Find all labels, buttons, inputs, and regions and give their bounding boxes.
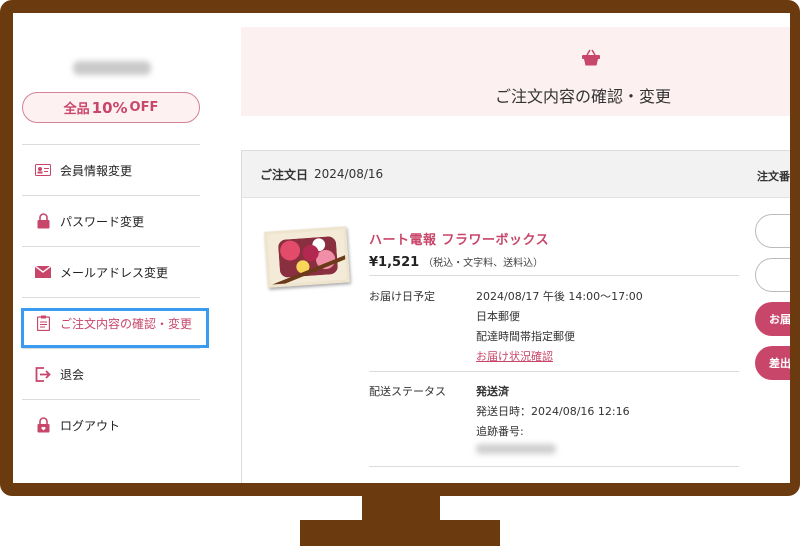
lock-icon bbox=[35, 213, 51, 229]
tracking-number-blurred bbox=[476, 444, 556, 454]
product-image bbox=[264, 226, 350, 288]
delivery-service: 配達時間帯指定郵便 bbox=[476, 330, 575, 343]
exit-icon bbox=[35, 366, 51, 382]
order-card-header: ご注文日 2024/08/16 注文番 bbox=[242, 151, 790, 198]
order-date: 2024/08/16 bbox=[314, 167, 384, 181]
monitor-screen: 全品 10% OFF 会員情報変更 パスワード変更 メールアドレス変更 ご注文内… bbox=[13, 13, 790, 483]
shipped-at: 発送日時：2024/08/16 12:16 bbox=[476, 405, 630, 418]
action-button-1[interactable] bbox=[755, 214, 790, 248]
divider bbox=[369, 371, 739, 372]
sender-action-button[interactable]: 差出 bbox=[755, 346, 790, 380]
order-card: ご注文日 2024/08/16 注文番 ハート電報 フラワーボックス ¥1,52… bbox=[241, 150, 790, 483]
order-number-label: 注文番 bbox=[757, 170, 790, 183]
monitor-stand-base bbox=[300, 520, 500, 546]
sidebar-item-order-confirm[interactable]: ご注文内容の確認・変更 bbox=[21, 297, 209, 348]
divider bbox=[369, 275, 739, 276]
delivery-date: 2024/08/17 午後 14:00～17:00 bbox=[476, 290, 643, 303]
user-name-blurred bbox=[73, 61, 151, 75]
account-menu: 会員情報変更 パスワード変更 メールアドレス変更 ご注文内容の確認・変更 退会 … bbox=[21, 144, 209, 450]
sidebar-item-email[interactable]: メールアドレス変更 bbox=[22, 246, 200, 297]
basket-icon bbox=[581, 49, 601, 70]
shipping-status: 発送済 bbox=[476, 385, 509, 398]
tracking-number-label: 追跡番号: bbox=[476, 425, 524, 438]
carrier: 日本郵便 bbox=[476, 310, 520, 323]
page-title: ご注文内容の確認・変更 bbox=[495, 87, 672, 106]
delivery-date-label: お届け日予定 bbox=[369, 290, 435, 303]
sidebar-item-password[interactable]: パスワード変更 bbox=[22, 195, 200, 246]
action-button-2[interactable] bbox=[755, 258, 790, 292]
sidebar-item-withdraw[interactable]: 退会 bbox=[22, 348, 200, 399]
sidebar-item-member-info[interactable]: 会員情報変更 bbox=[22, 144, 200, 195]
page-header-banner: ご注文内容の確認・変更 bbox=[241, 27, 790, 116]
envelope-icon bbox=[35, 264, 51, 280]
shipping-status-label: 配送ステータス bbox=[369, 385, 446, 398]
clipboard-icon bbox=[35, 315, 51, 331]
tracking-link[interactable]: お届け状況確認 bbox=[476, 348, 553, 364]
product-name[interactable]: ハート電報 フラワーボックス bbox=[369, 229, 549, 248]
lock-heart-icon bbox=[35, 417, 51, 433]
delivery-action-button[interactable]: お届 bbox=[755, 302, 790, 336]
sidebar-item-logout[interactable]: ログアウト bbox=[22, 399, 200, 450]
account-sidebar: 全品 10% OFF 会員情報変更 パスワード変更 メールアドレス変更 ご注文内… bbox=[13, 13, 213, 483]
discount-badge: 全品 10% OFF bbox=[22, 92, 200, 123]
product-price: ¥1,521 （税込・文字料、送料込） bbox=[369, 255, 544, 270]
divider bbox=[369, 466, 739, 467]
id-card-icon bbox=[35, 162, 51, 178]
